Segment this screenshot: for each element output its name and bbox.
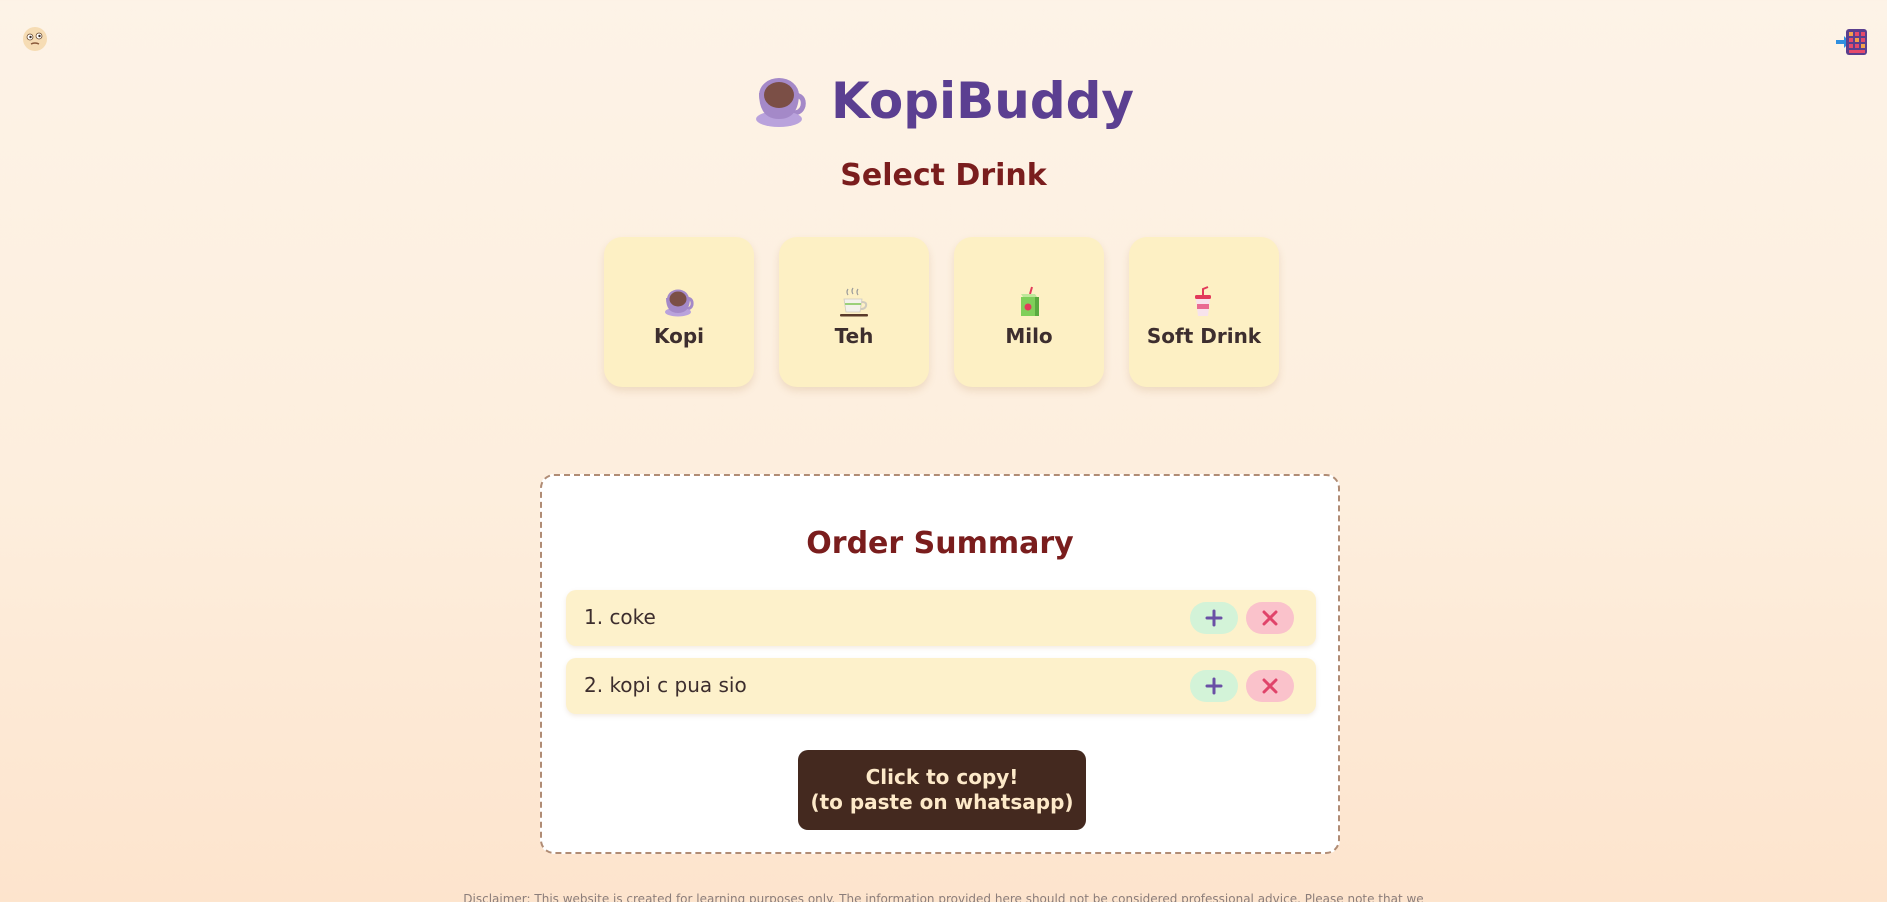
- remove-item-button[interactable]: [1246, 670, 1294, 702]
- add-item-button[interactable]: [1190, 670, 1238, 702]
- brand-header: KopiBuddy: [0, 72, 1887, 130]
- app-title: KopiBuddy: [830, 72, 1135, 130]
- drink-label: Kopi: [653, 324, 705, 348]
- teacup-icon: [838, 286, 870, 318]
- face-emoji-icon[interactable]: [20, 24, 50, 54]
- copy-button-line1: Click to copy!: [865, 765, 1019, 789]
- add-item-button[interactable]: [1190, 602, 1238, 634]
- copy-order-button[interactable]: Click to copy! (to paste on whatsapp): [798, 750, 1086, 830]
- juice-box-icon: [1013, 286, 1045, 318]
- close-icon: [1262, 610, 1278, 626]
- plus-icon: [1205, 609, 1223, 627]
- drink-label: Milo: [1005, 324, 1053, 348]
- disclaimer-text: Disclaimer: This website is created for …: [463, 892, 1424, 902]
- drink-options: Kopi Teh Milo Soft Drink: [604, 237, 1279, 387]
- calculator-icon[interactable]: [1834, 26, 1870, 58]
- order-item: 2. kopi c pua sio: [566, 658, 1316, 714]
- plus-icon: [1205, 677, 1223, 695]
- drink-card-teh[interactable]: Teh: [779, 237, 929, 387]
- drink-card-kopi[interactable]: Kopi: [604, 237, 754, 387]
- select-drink-heading: Select Drink: [840, 158, 1047, 193]
- order-item: 1. coke: [566, 590, 1316, 646]
- close-icon: [1262, 678, 1278, 694]
- order-item-text: 2. kopi c pua sio: [584, 673, 747, 697]
- cup-with-straw-icon: [1188, 286, 1220, 318]
- coffee-cup-icon: [753, 73, 809, 129]
- copy-button-line2: (to paste on whatsapp): [810, 790, 1074, 814]
- remove-item-button[interactable]: [1246, 602, 1294, 634]
- drink-label: Teh: [834, 324, 874, 348]
- order-summary-heading: Order Summary: [806, 526, 1074, 561]
- order-summary-panel: Order Summary 1. coke 2. kopi c pua sio: [540, 474, 1340, 854]
- drink-label: Soft Drink: [1146, 324, 1262, 348]
- coffee-cup-icon: [663, 286, 695, 318]
- drink-card-soft-drink[interactable]: Soft Drink: [1129, 237, 1279, 387]
- drink-card-milo[interactable]: Milo: [954, 237, 1104, 387]
- order-item-text: 1. coke: [584, 605, 656, 629]
